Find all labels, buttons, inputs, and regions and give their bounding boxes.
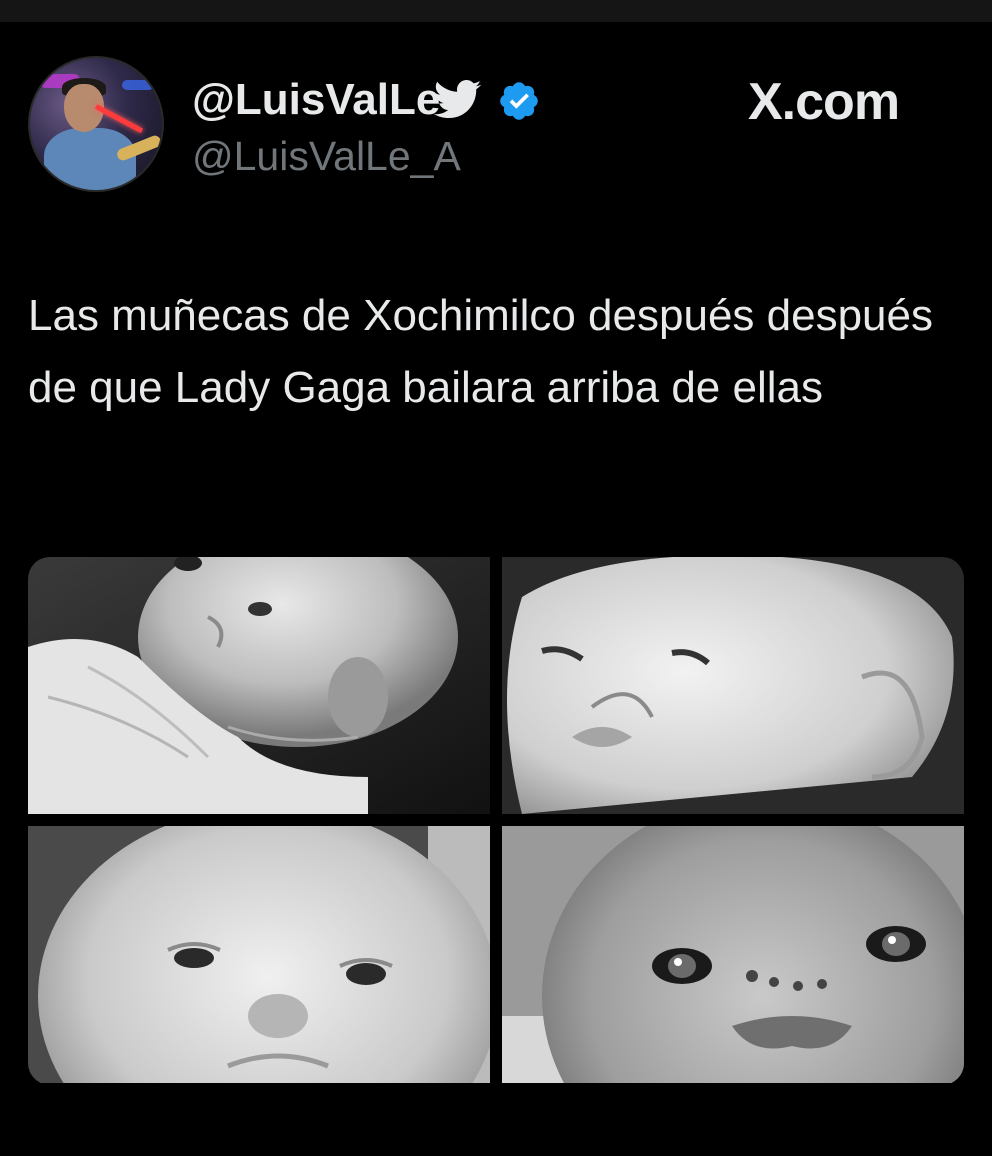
tweet-text: Las muñecas de Xochimilco después despué… bbox=[28, 291, 933, 412]
display-name[interactable]: @LuisValLe bbox=[192, 74, 440, 126]
twitter-bird-icon bbox=[434, 80, 482, 118]
media-photo-1[interactable] bbox=[28, 557, 490, 814]
media-photo-3[interactable] bbox=[28, 826, 490, 1083]
verified-badge-icon bbox=[500, 82, 538, 120]
status-strip bbox=[0, 0, 992, 22]
media-photo-4[interactable] bbox=[502, 826, 964, 1083]
avatar[interactable] bbox=[28, 56, 164, 192]
user-handle[interactable]: @LuisValLe_A bbox=[192, 131, 461, 181]
media-grid bbox=[28, 557, 964, 1085]
media-photo-2[interactable] bbox=[502, 557, 964, 814]
brand-label: X.com bbox=[748, 73, 900, 131]
